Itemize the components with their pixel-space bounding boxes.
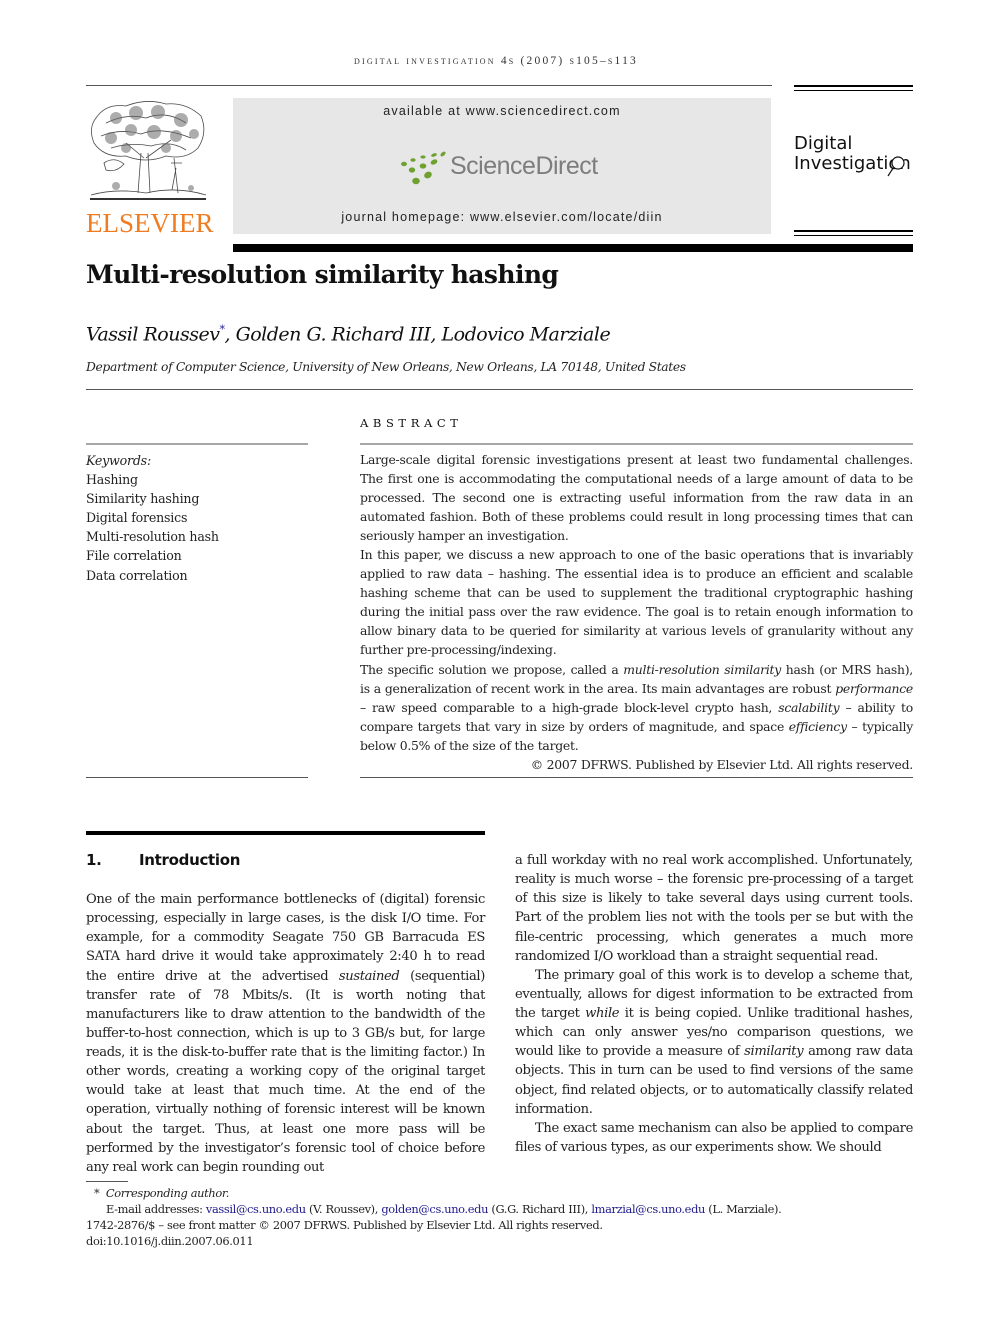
body-column-left: One of the main performance bottlenecks … [86,890,485,1177]
abstract-paragraph: The specific solution we propose, called… [360,661,913,753]
email-owner: (G.G. Richard III), [488,1202,592,1217]
sciencedirect-banner: available at www.sciencedirect.com Scien… [233,98,771,234]
keyword: Similarity hashing [86,491,200,507]
section-rule [86,831,485,835]
body-paragraph: One of the main performance bottlenecks … [86,892,485,1175]
abstract-copyright: © 2007 DFRWS. Published by Elsevier Ltd.… [530,756,913,772]
section-heading: 1. Introduction [86,851,240,869]
email-owner: (V. Roussev), [305,1202,382,1217]
author-name: Golden G. Richard III [235,323,431,346]
affiliation-rule [86,389,913,390]
email-owner: (L. Marziale). [705,1202,782,1217]
sciencedirect-wordmark: ScienceDirect [450,152,598,180]
author-separator: , [430,323,442,346]
elsevier-tree-icon [90,101,207,200]
email-link[interactable]: lmarzial@cs.uno.edu [591,1202,705,1216]
keywords-top-rule [86,443,308,445]
body-paragraph: The primary goal of this work is to deve… [515,967,913,1117]
journal-logo-line1: Digital [794,133,853,154]
keyword: Data correlation [86,567,188,583]
journal-homepage-link[interactable]: journal homepage: www.elsevier.com/locat… [233,210,771,224]
section-title: Introduction [139,851,241,869]
abstract-paragraph: Large-scale digital forensic investigati… [360,452,913,544]
abstract-top-rule [360,443,913,445]
footnote-rule [86,1181,128,1182]
available-at-link[interactable]: available at www.sciencedirect.com [233,104,771,118]
journal-logo-top-rule [794,85,913,91]
footnote-marker: * [94,1186,100,1200]
keyword: Digital forensics [86,510,188,526]
keywords-label: Keywords: [86,453,151,468]
issn-line: 1742-2876/$ – see front matter © 2007 DF… [86,1218,603,1233]
footnotes: * Corresponding author. E-mail addresses… [86,1185,926,1249]
abstract-bottom-rule [360,777,913,778]
email-addresses: E-mail addresses: vassil@cs.uno.edu (V. … [86,1201,926,1217]
author-separator: , [224,323,236,346]
keyword: File correlation [86,548,182,564]
email-link[interactable]: golden@cs.uno.edu [381,1202,488,1216]
journal-logo-bottom-rule [794,230,913,236]
affiliation: Department of Computer Science, Universi… [86,360,686,374]
doi[interactable]: doi:10.1016/j.diin.2007.06.011 [86,1233,926,1249]
body-column-right: a full workday with no real work accompl… [515,851,913,1157]
section-number: 1. [86,851,102,869]
body-paragraph: a full workday with no real work accompl… [515,853,913,964]
abstract-body: Large-scale digital forensic investigati… [360,450,913,774]
banner-rule [233,244,913,252]
corresponding-author-note: * Corresponding author. [86,1185,926,1201]
keyword: Hashing [86,472,138,488]
email-label: E-mail addresses: [106,1202,206,1217]
body-paragraph: The exact same mechanism can also be app… [515,1120,913,1155]
keywords-bottom-rule [86,777,308,778]
keyword: Multi-resolution hash [86,529,219,545]
elsevier-wordmark: ELSEVIER [86,208,214,238]
article-title: Multi-resolution similarity hashing [86,260,559,289]
keywords-block: Keywords: Hashing Similarity hashing Dig… [86,451,308,585]
abstract-paragraph: In this paper, we discuss a new approach… [360,547,913,658]
author-list: Vassil Roussev*, Golden G. Richard III, … [86,323,611,346]
header-rule [86,85,772,86]
journal-logo: Digital Investigation [794,133,919,177]
sciencedirect-dots-icon [401,151,446,185]
author-name: Vassil Roussev [86,323,220,346]
abstract-heading: ABSTRACT [360,416,463,430]
magnifier-icon [887,156,905,177]
running-header: digital investigation 4S (2007) S105–S11… [354,55,638,67]
corresponding-author-label: Corresponding author. [105,1186,229,1200]
author-name: Lodovico Marziale [441,323,611,346]
sciencedirect-logo[interactable]: ScienceDirect [398,148,638,188]
email-link[interactable]: vassil@cs.uno.edu [206,1202,306,1216]
